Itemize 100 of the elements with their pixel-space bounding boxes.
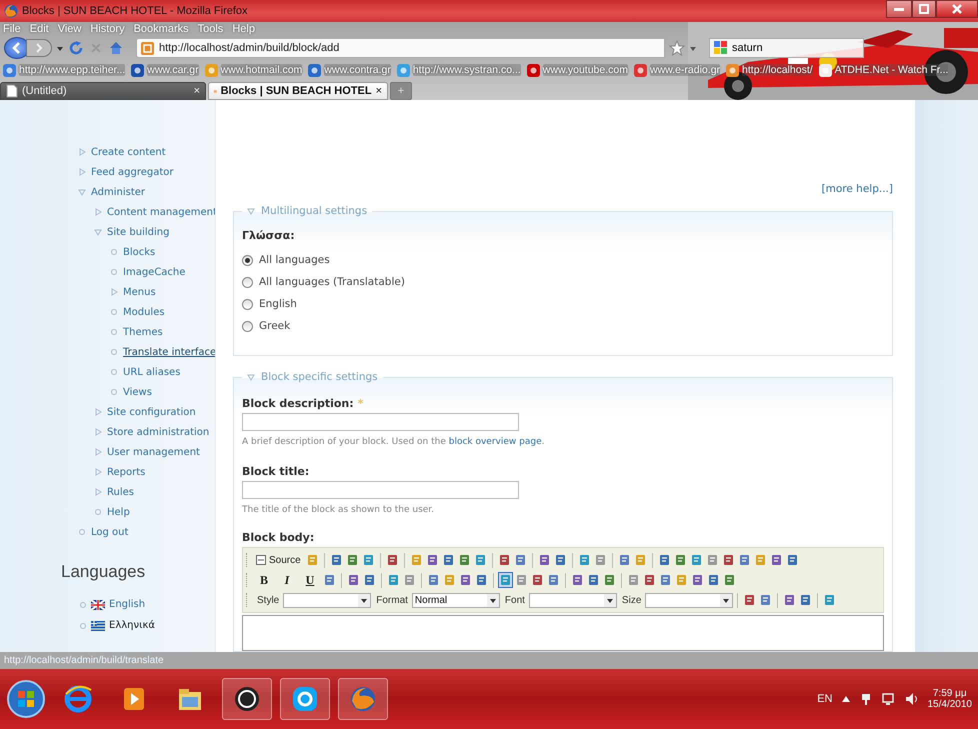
globe-icon[interactable] (348, 684, 378, 714)
menu-item[interactable]: Bookmarks (134, 23, 189, 35)
bookmark-link[interactable]: www.contra.gr (324, 64, 391, 76)
menu-item[interactable]: File (3, 23, 21, 35)
menu-link[interactable]: Menus (123, 286, 156, 298)
menu-link[interactable]: Site building (107, 226, 170, 238)
source-button[interactable]: Source (253, 550, 304, 570)
minimize-button[interactable] (886, 0, 912, 18)
toolbar-icon[interactable] (570, 572, 585, 588)
caret-icon[interactable] (689, 44, 697, 52)
toolbar-icon[interactable] (602, 572, 617, 588)
menu-link[interactable]: Views (123, 386, 152, 398)
menu-link[interactable]: Store administration (107, 426, 210, 438)
dropdown-field[interactable] (528, 592, 617, 608)
dropdown-field[interactable]: Normal (412, 592, 500, 608)
menu-item[interactable]: Edit (30, 23, 49, 35)
menu-item[interactable]: Help (232, 23, 255, 35)
toolbar-icon[interactable] (530, 572, 545, 588)
help-link[interactable]: [more help...] (822, 183, 893, 195)
toolbar-icon[interactable] (642, 572, 657, 588)
dropdown-field[interactable] (283, 592, 372, 608)
menu-link[interactable]: User management (107, 446, 200, 458)
restore-button[interactable] (912, 0, 936, 18)
language-indicator[interactable]: EN (817, 693, 832, 705)
menu-link[interactable]: Log out (91, 526, 128, 538)
toolbar-icon[interactable] (402, 572, 417, 588)
bookmark-link[interactable]: www.e-radio.gr (650, 64, 720, 76)
format-button[interactable]: B (253, 570, 275, 590)
menu-link[interactable]: Create content (91, 146, 166, 158)
forward-button[interactable] (26, 39, 52, 57)
toolbar-icon[interactable] (386, 572, 401, 588)
toolbar-icon[interactable] (626, 572, 641, 588)
start-button[interactable] (6, 679, 46, 719)
network-icon[interactable] (882, 692, 896, 706)
toolbar-icon[interactable] (586, 572, 601, 588)
menu-item[interactable]: View (58, 23, 82, 35)
menu-link[interactable]: Themes (123, 326, 163, 338)
menu-link[interactable]: URL aliases (123, 366, 180, 378)
toolbar-icon[interactable] (346, 572, 361, 588)
tab-close[interactable]: × (194, 85, 200, 97)
toolbar-icon[interactable] (474, 572, 489, 588)
toolbar-icon[interactable] (514, 572, 529, 588)
toolbar-icon[interactable] (362, 572, 377, 588)
format-button[interactable]: U (299, 570, 321, 590)
new-tab-button[interactable]: + (390, 82, 412, 100)
toolbar-icon[interactable] (722, 572, 737, 588)
text-field[interactable] (242, 413, 519, 431)
search-engine-icon[interactable] (713, 40, 729, 56)
volume-icon[interactable] (904, 692, 918, 706)
menu-link[interactable]: Rules (107, 486, 134, 498)
bookmark-link[interactable]: www.car.gr (147, 64, 199, 76)
address-field[interactable]: http://localhost/admin/build/block/add (136, 38, 665, 58)
language-link[interactable]: English (109, 599, 146, 610)
bookmark-link[interactable]: http://localhost/ (742, 64, 813, 76)
close-button[interactable] (936, 0, 978, 18)
home-icon[interactable] (108, 40, 124, 56)
toolbar-icon[interactable] (546, 572, 561, 588)
toolbar-icon[interactable] (322, 572, 337, 588)
menu-link[interactable]: Help (107, 506, 130, 518)
menu-link[interactable]: ImageCache (123, 266, 186, 278)
toolbar-icon[interactable] (426, 572, 441, 588)
star-icon[interactable] (669, 40, 685, 56)
menu-link[interactable]: Feed aggregator (91, 166, 174, 178)
menu-link[interactable]: Reports (107, 466, 146, 478)
browser-tab[interactable]: Blocks | SUN BEACH HOTEL × (208, 82, 388, 100)
toolbar-icon[interactable] (658, 572, 673, 588)
menu-link[interactable]: Content management (107, 206, 217, 218)
bookmark-link[interactable]: www.youtube.com (542, 64, 628, 76)
menu-link[interactable]: Translate interface (123, 346, 216, 358)
radio-button[interactable] (242, 298, 253, 310)
caret-icon[interactable] (56, 44, 64, 52)
toolbar-icon[interactable] (498, 572, 513, 588)
overview-link[interactable]: block overview page (448, 437, 542, 447)
radio-button[interactable] (242, 276, 253, 288)
bookmark-link[interactable]: http://www.epp.teiher... (19, 64, 126, 76)
toolbar-icon[interactable] (458, 572, 473, 588)
show-hidden-icon[interactable] (842, 696, 850, 702)
menu-link[interactable]: Site configuration (107, 406, 196, 418)
bookmark-link[interactable]: http://www.systran.co... (412, 64, 521, 76)
menu-link[interactable]: Administer (91, 186, 146, 198)
tab-close[interactable]: × (376, 85, 382, 97)
radio-button[interactable] (242, 320, 253, 332)
browser-icon[interactable] (63, 684, 93, 714)
browser-tab[interactable]: (Untitled) × (0, 82, 206, 100)
search-field[interactable]: saturn (709, 38, 864, 58)
toolbar-icon[interactable] (690, 572, 705, 588)
menu-link[interactable]: Modules (123, 306, 165, 318)
language-link[interactable]: Ελληνικά (109, 620, 155, 631)
dropdown-field[interactable] (645, 592, 734, 608)
editor-area[interactable] (242, 615, 884, 651)
bookmark-link[interactable]: www.hotmail.com (220, 64, 302, 76)
text-field[interactable] (242, 481, 519, 499)
menu-item[interactable]: Tools (198, 23, 224, 35)
app-icon[interactable] (232, 684, 262, 714)
menu-link[interactable]: Blocks (123, 246, 156, 258)
radio-button[interactable] (242, 254, 253, 266)
toolbar-icon[interactable] (706, 572, 721, 588)
section-legend[interactable]: Multilingual settings (261, 205, 368, 217)
format-button[interactable]: I (276, 570, 298, 590)
menu-item[interactable]: History (90, 23, 125, 35)
